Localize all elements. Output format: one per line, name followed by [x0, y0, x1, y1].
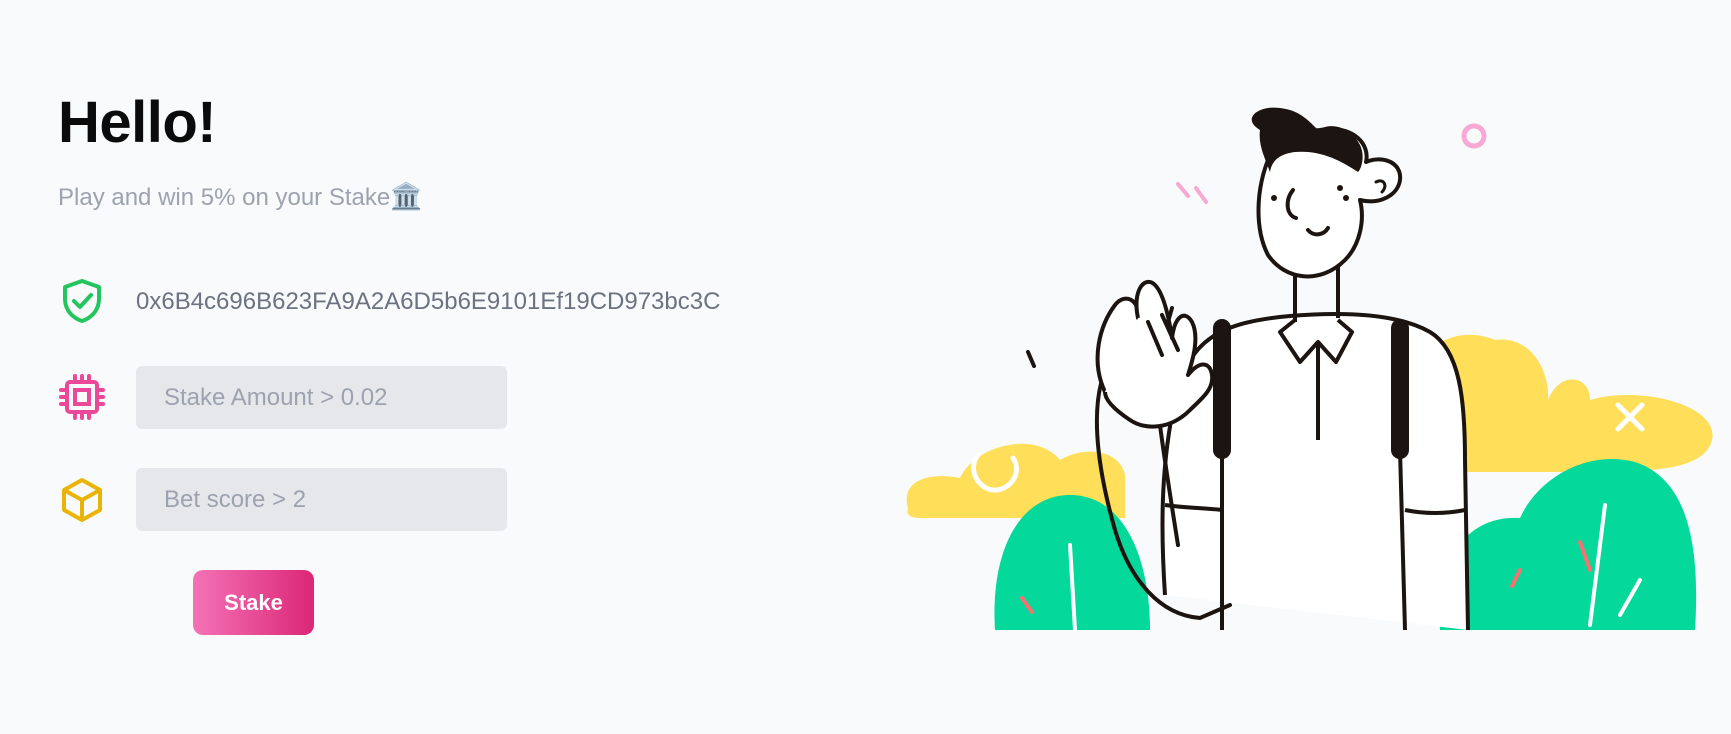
- page-title: Hello!: [58, 90, 217, 155]
- stake-amount-input[interactable]: [136, 366, 507, 429]
- cpu-chip-icon: [59, 374, 105, 420]
- page-subtitle: Play and win 5% on your Stake🏛️: [58, 181, 423, 213]
- subtitle-text: Play and win 5% on your Stake: [58, 184, 391, 211]
- page: Hello! Play and win 5% on your Stake🏛️ 0…: [0, 0, 1731, 734]
- shield-check-icon: [63, 279, 101, 323]
- wallet-address: 0x6B4c696B623FA9A2A6D5b6E9101Ef19CD973bc…: [136, 288, 721, 315]
- waving-man-illustration: [906, 107, 1713, 632]
- right-bush: [1439, 458, 1697, 630]
- bank-emoji: 🏛️: [390, 181, 423, 211]
- stake-panel: Hello! Play and win 5% on your Stake🏛️ 0…: [58, 0, 858, 734]
- bet-score-input[interactable]: [136, 468, 507, 531]
- cube-icon: [62, 478, 102, 522]
- stake-button[interactable]: Stake: [193, 570, 314, 635]
- pink-circle: [1461, 123, 1487, 149]
